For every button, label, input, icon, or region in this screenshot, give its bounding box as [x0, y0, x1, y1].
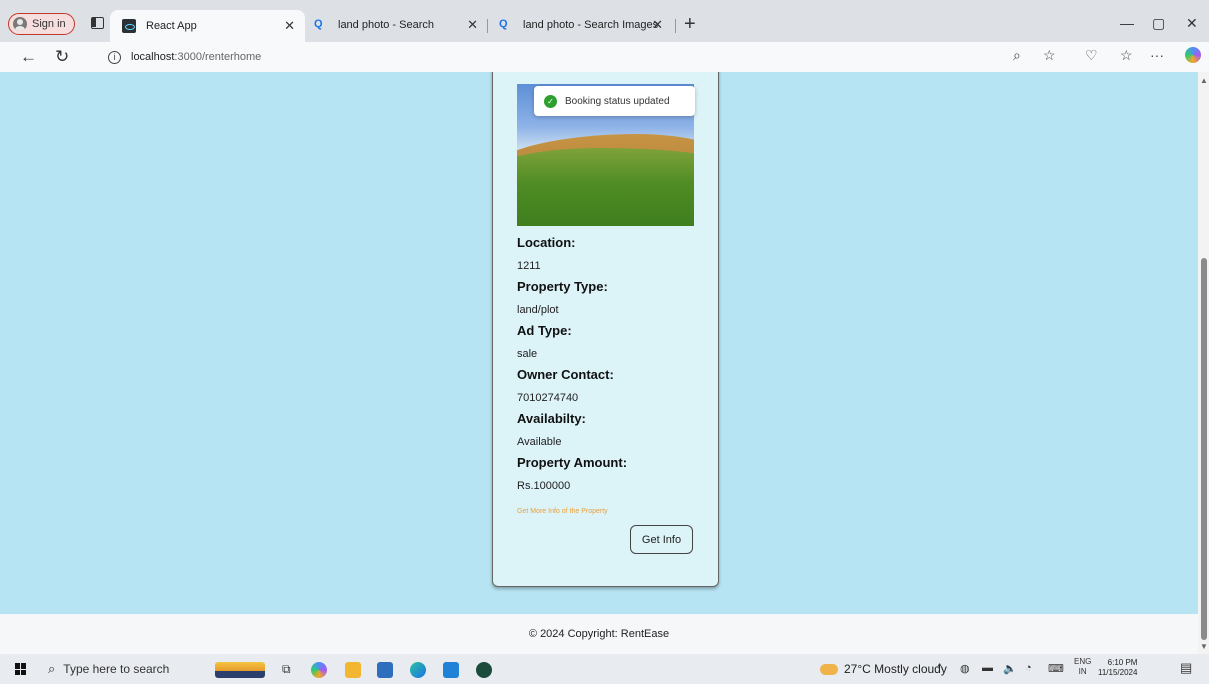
ad-type-value: sale	[517, 348, 538, 360]
close-icon[interactable]: ✕	[284, 18, 295, 34]
file-explorer-icon[interactable]	[345, 662, 361, 678]
keyboard-icon[interactable]: ⌨	[1048, 662, 1064, 675]
favorites-icon[interactable]: ☆	[1120, 47, 1133, 64]
mail-icon[interactable]	[377, 662, 393, 678]
page-footer: © 2024 Copyright: RentEase	[0, 614, 1198, 654]
windows-start-icon[interactable]	[15, 663, 27, 675]
taskbar-search-placeholder: Type here to search	[63, 662, 170, 676]
show-hidden-icons-chevron-icon[interactable]: ^	[937, 662, 942, 674]
meet-now-icon[interactable]: ◍	[960, 662, 970, 675]
volume-icon[interactable]: 🔈	[1003, 662, 1017, 675]
check-circle-icon: ✓	[544, 94, 557, 108]
page-scrollbar[interactable]: ▲ ▼	[1198, 72, 1209, 654]
copyright-text: © 2024 Copyright: RentEase	[528, 628, 670, 640]
owner-contact-value: 7010274740	[517, 392, 579, 404]
info-icon[interactable]: i	[108, 50, 121, 64]
tab-land-photo-search[interactable]: Q land photo - Search ✕	[308, 10, 488, 40]
language-indicator[interactable]: ENG IN	[1074, 657, 1091, 677]
tab-title: land photo - Search Images	[523, 19, 659, 31]
wifi-icon[interactable]: ◔	[1025, 662, 1032, 674]
clock-time: 6:10 PM	[1107, 658, 1138, 667]
toast-message: Booking status updated	[565, 95, 670, 107]
get-info-button[interactable]: Get Info	[630, 525, 693, 554]
weather-text: 27°C Mostly cloudy	[844, 662, 947, 676]
scroll-down-arrow-icon[interactable]: ▼	[1200, 642, 1208, 651]
window-close-icon[interactable]: ✕	[1186, 15, 1198, 32]
browser-tab-bar: Sign in React App ✕ Q land photo - Searc…	[0, 0, 1209, 42]
scrollbar-thumb[interactable]	[1201, 258, 1207, 640]
property-amount-label: Property Amount:	[517, 455, 628, 470]
windows-taskbar: ⌕ Type here to search ⧉ 27°C Mostly clou…	[0, 654, 1209, 684]
property-type-label: Property Type:	[517, 279, 608, 294]
app-icon[interactable]	[476, 662, 492, 678]
tab-react-app[interactable]: React App ✕	[110, 10, 305, 42]
tab-title: React App	[146, 20, 197, 32]
url-host: localhost	[131, 51, 175, 63]
copilot-taskbar-icon[interactable]	[311, 662, 327, 678]
more-options-icon[interactable]: ···	[1150, 47, 1164, 63]
search-icon: Q	[499, 18, 508, 30]
vscode-icon[interactable]	[443, 662, 459, 678]
availability-label: Availabilty:	[517, 411, 586, 426]
notifications-icon[interactable]: ▤	[1180, 660, 1192, 676]
new-tab-icon[interactable]: +	[684, 13, 696, 36]
favorite-star-icon[interactable]: ☆	[1043, 47, 1056, 64]
owner-contact-label: Owner Contact:	[517, 367, 614, 382]
cloudy-weather-icon	[820, 663, 838, 675]
tab-divider	[675, 19, 676, 33]
battery-icon[interactable]: ▬	[982, 662, 993, 674]
react-icon	[122, 19, 136, 33]
location-value: 1211	[517, 260, 541, 272]
clock-date: 11/15/2024	[1098, 668, 1138, 677]
task-view-icon[interactable]: ⧉	[282, 662, 298, 678]
tab-land-photo-images[interactable]: Q land photo - Search Images ✕	[493, 10, 673, 40]
signin-label: Sign in	[32, 18, 66, 30]
region-code: IN	[1078, 667, 1087, 676]
profile-icon	[13, 17, 27, 31]
close-icon[interactable]: ✕	[652, 17, 663, 33]
browser-essentials-icon[interactable]: ♡	[1085, 47, 1098, 64]
location-label: Location:	[517, 235, 576, 250]
signin-button[interactable]: Sign in	[8, 13, 75, 35]
taskbar-search[interactable]: ⌕ Type here to search	[48, 659, 169, 679]
search-icon: Q	[314, 18, 323, 30]
property-amount-value: Rs.100000	[517, 480, 571, 492]
tab-actions-icon[interactable]	[91, 17, 104, 29]
address-bar-row: ← ↻ i localhost:3000/renterhome ⌕ ☆ ♡ ☆ …	[0, 42, 1209, 72]
image-field	[517, 148, 694, 226]
tab-title: land photo - Search	[338, 19, 435, 31]
close-icon[interactable]: ✕	[467, 17, 478, 33]
tab-divider	[487, 19, 488, 33]
ad-type-label: Ad Type:	[517, 323, 572, 338]
read-aloud-icon[interactable]: ⌕	[1013, 47, 1021, 64]
booking-status-toast: ✓ Booking status updated	[534, 86, 695, 116]
page-content: ✓ Booking status updated Location: 1211 …	[0, 72, 1198, 614]
url-path: :3000/renterhome	[174, 51, 262, 63]
weather-widget[interactable]: 27°C Mostly cloudy	[820, 662, 947, 676]
edge-browser-icon[interactable]	[410, 662, 426, 678]
more-info-link[interactable]: Get More Info of the Property	[517, 508, 608, 515]
widgets-landscape-icon[interactable]	[215, 662, 265, 678]
property-type-value: land/plot	[517, 304, 559, 316]
refresh-icon[interactable]: ↻	[55, 47, 69, 67]
scroll-up-arrow-icon[interactable]: ▲	[1200, 76, 1208, 85]
search-icon: ⌕	[48, 661, 56, 676]
back-arrow-icon[interactable]: ←	[20, 47, 37, 67]
restore-icon[interactable]: ▢	[1152, 15, 1165, 32]
url-field[interactable]: i localhost:3000/renterhome	[98, 46, 1148, 68]
availability-value: Available	[517, 436, 562, 448]
property-card: ✓ Booking status updated Location: 1211 …	[492, 72, 719, 587]
minimize-icon[interactable]: —	[1120, 15, 1134, 31]
taskbar-clock[interactable]: 6:10 PM 11/15/2024	[1098, 658, 1137, 678]
copilot-icon[interactable]	[1185, 47, 1201, 63]
language-code: ENG	[1074, 657, 1092, 666]
